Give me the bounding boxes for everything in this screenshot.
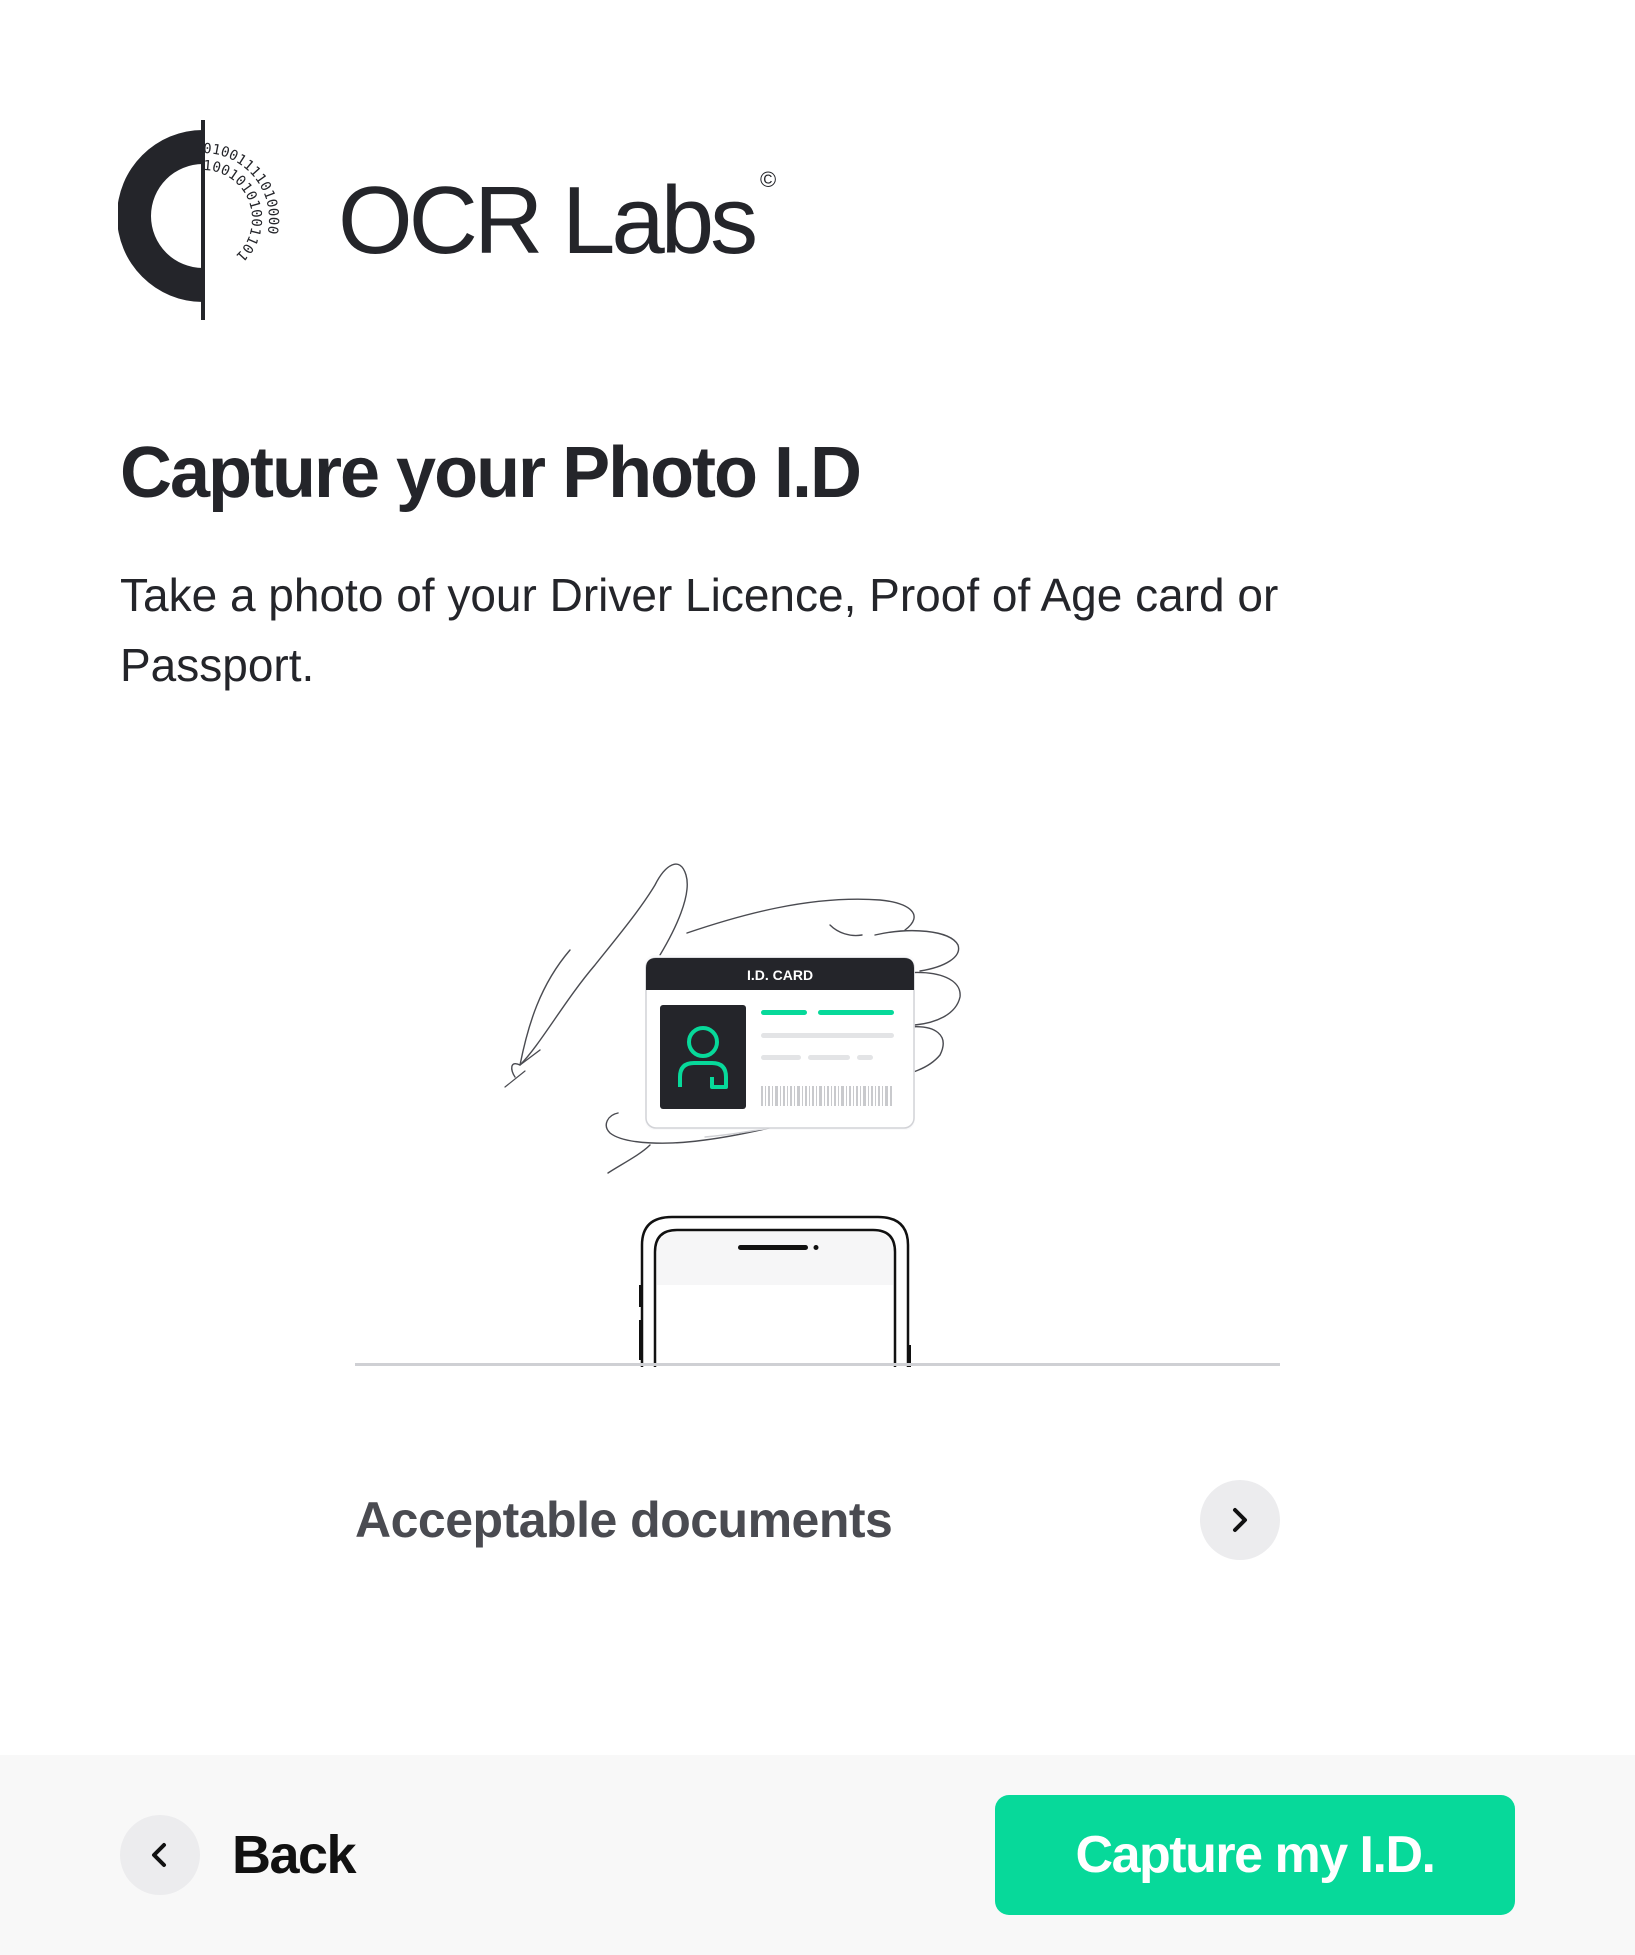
phone-graphic	[639, 1215, 911, 1367]
capture-id-button[interactable]: Capture my I.D.	[995, 1795, 1515, 1915]
id-card-graphic: I.D. CARD	[645, 957, 915, 1129]
acceptable-documents-chevron-button[interactable]	[1200, 1480, 1280, 1560]
footer-bar: Back Capture my I.D.	[0, 1755, 1635, 1955]
back-chevron-button[interactable]	[120, 1815, 200, 1895]
chevron-right-icon	[1233, 1508, 1247, 1532]
acceptable-documents-label: Acceptable documents	[355, 1492, 893, 1548]
back-label: Back	[232, 1825, 357, 1885]
ocr-labs-logo-icon: 01001111010000 10010101001101	[118, 120, 281, 320]
acceptable-documents-link[interactable]: Acceptable documents	[355, 1478, 1280, 1562]
page-title: Capture your Photo I.D	[120, 433, 862, 513]
brand-wordmark: OCR Labs ©	[338, 168, 776, 269]
brand-logo: 01001111010000 10010101001101 OCR Labs ©	[118, 118, 776, 323]
back-button[interactable]: Back	[120, 1815, 357, 1895]
chevron-left-icon	[152, 1843, 166, 1867]
copyright-mark: ©	[759, 166, 777, 192]
card-header-label: I.D. CARD	[747, 967, 813, 983]
surface-line	[355, 1363, 1280, 1366]
id-capture-illustration: I.D. CARD	[355, 863, 1280, 1367]
brand-name: OCR Labs	[338, 166, 758, 274]
page-subtitle: Take a photo of your Driver Licence, Pro…	[120, 569, 1279, 691]
